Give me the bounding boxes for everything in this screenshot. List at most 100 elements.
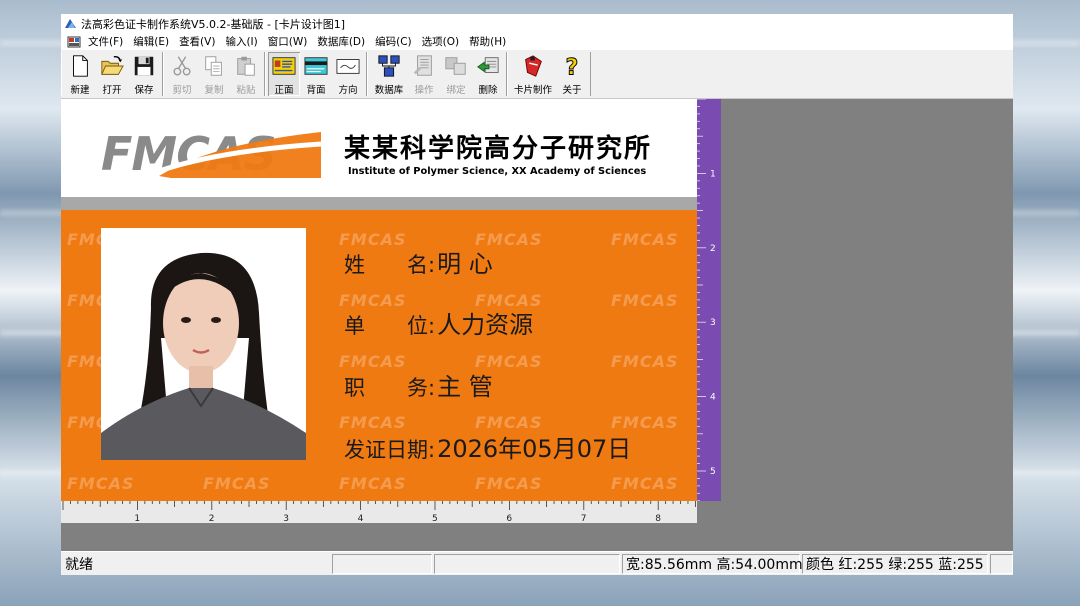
- watermark-text: FMCAS: [611, 291, 679, 310]
- cut-button[interactable]: 剪切: [166, 52, 198, 96]
- card-make-icon: [525, 55, 542, 77]
- about-label: 关于: [562, 85, 582, 96]
- ruler-label: 3: [283, 514, 289, 523]
- about-button[interactable]: ? 关于: [556, 52, 588, 96]
- ruler-label: 8: [655, 514, 661, 523]
- delete-label: 删除: [478, 85, 498, 96]
- delete-button[interactable]: 删除: [472, 52, 504, 96]
- card-header: FMCAS 某某科学院高分子研究所 Institute of Polymer S…: [61, 99, 697, 197]
- bind-label: 绑定: [446, 85, 466, 96]
- ruler-label: 2: [209, 514, 215, 523]
- watermark-text: FMCAS: [475, 474, 543, 493]
- menu-view[interactable]: 查看(V): [174, 34, 220, 49]
- operate-icon: [413, 55, 432, 76]
- field-issue-date-label: 发证日期:: [344, 438, 436, 462]
- paste-label: 粘贴: [236, 85, 256, 96]
- paste-button[interactable]: 粘贴: [230, 52, 262, 96]
- org-name-en[interactable]: Institute of Polymer Science, XX Academy…: [348, 166, 646, 177]
- orientation-label: 方向: [338, 85, 358, 96]
- database-button[interactable]: 数据库: [370, 52, 408, 96]
- ruler-label: 5: [710, 467, 716, 477]
- field-department-label: 单 位:: [344, 314, 436, 338]
- menu-window[interactable]: 窗口(W): [263, 34, 313, 49]
- card-gray-band: [61, 197, 697, 210]
- horizontal-ruler[interactable]: 1 2 3 4 5 6 7 8: [61, 501, 697, 524]
- delete-icon: [477, 57, 499, 73]
- operate-button[interactable]: 操作: [408, 52, 440, 96]
- field-position-label: 职 务:: [344, 376, 436, 400]
- open-button[interactable]: 打开: [96, 52, 128, 96]
- menu-bar: 文件(F) 编辑(E) 查看(V) 输入(I) 窗口(W) 数据库(D) 编码(…: [61, 33, 1013, 50]
- org-name-cn[interactable]: 某某科学院高分子研究所: [344, 128, 652, 165]
- document-icon[interactable]: [67, 36, 81, 48]
- field-name-value: 明 心: [437, 250, 493, 278]
- status-panel-empty-1: [332, 554, 432, 574]
- copy-icon: [205, 56, 222, 76]
- field-name-label: 姓 名:: [344, 253, 436, 277]
- id-card-front[interactable]: FMCAS 某某科学院高分子研究所 Institute of Polymer S…: [61, 99, 697, 501]
- field-department-value: 人力资源: [437, 311, 534, 339]
- field-department[interactable]: 单 位: 人力资源: [344, 305, 533, 340]
- fmcas-logo[interactable]: FMCAS: [101, 126, 321, 178]
- orientation-button[interactable]: 方向: [332, 52, 364, 96]
- database-label: 数据库: [374, 85, 404, 96]
- orientation-icon: [336, 59, 360, 74]
- toolbar-group-side: 正面 背面 方向: [265, 52, 367, 96]
- back-side-button[interactable]: 背面: [300, 52, 332, 96]
- menu-database[interactable]: 数据库(D): [312, 34, 370, 49]
- watermark-text: FMCAS: [611, 230, 679, 249]
- ruler-label: 5: [432, 514, 438, 523]
- toolbar: 新建 打开 保存 剪切 复制 粘贴 正面 背面 方向 数据库 操作 绑定 删除 …: [61, 50, 1013, 99]
- field-issue-date[interactable]: 发证日期: 2026年05月07日: [344, 429, 631, 464]
- save-button[interactable]: 保存: [128, 52, 160, 96]
- status-card-size: 宽:85.56mm 高:54.00mm: [622, 554, 803, 574]
- front-side-button[interactable]: 正面: [268, 52, 300, 96]
- toolbar-group-file: 新建 打开 保存: [61, 52, 163, 96]
- open-label: 打开: [102, 85, 122, 96]
- horizontal-ruler-scale: 1 2 3 4 5 6 7 8: [62, 501, 696, 524]
- ruler-label: 6: [506, 514, 512, 523]
- title-bar: 法高彩色证卡制作系统V5.0.2-基础版 - [卡片设计图1]: [61, 14, 1013, 33]
- new-button[interactable]: 新建: [64, 52, 96, 96]
- watermark-text: FMCAS: [67, 474, 135, 493]
- field-position[interactable]: 职 务: 主 管: [344, 367, 493, 402]
- field-name[interactable]: 姓 名: 明 心: [344, 244, 493, 279]
- paste-clipboard-icon: [237, 56, 255, 76]
- card-make-label: 卡片制作: [513, 85, 552, 96]
- copy-button[interactable]: 复制: [198, 52, 230, 96]
- status-color: 颜色 红:255 绿:255 蓝:255: [802, 554, 988, 574]
- new-file-icon: [73, 55, 88, 77]
- database-network-icon: [378, 55, 400, 77]
- field-position-value: 主 管: [437, 373, 493, 401]
- watermark-text: FMCAS: [611, 474, 679, 493]
- photo-frame[interactable]: [101, 228, 306, 460]
- app-icon: [65, 19, 76, 28]
- watermark-text: FMCAS: [611, 352, 679, 371]
- menu-options[interactable]: 选项(O): [417, 34, 464, 49]
- status-bar: 就绪 宽:85.56mm 高:54.00mm 颜色 红:255 绿:255 蓝:…: [61, 551, 1013, 575]
- menu-help[interactable]: 帮助(H): [464, 34, 511, 49]
- menu-edit[interactable]: 编辑(E): [128, 34, 174, 49]
- card-back-icon: [304, 57, 328, 75]
- back-side-label: 背面: [306, 85, 326, 96]
- toolbar-group-make: 卡片制作 ? 关于: [507, 52, 591, 96]
- vertical-ruler[interactable]: 1 2 3 4 5: [697, 98, 721, 502]
- design-canvas[interactable]: FMCAS 某某科学院高分子研究所 Institute of Polymer S…: [61, 98, 1013, 551]
- open-folder-icon: [101, 55, 124, 75]
- card-make-button[interactable]: 卡片制作: [510, 52, 556, 96]
- help-question-icon: ?: [565, 54, 579, 78]
- menu-input[interactable]: 输入(I): [220, 34, 262, 49]
- new-label: 新建: [70, 85, 90, 96]
- bind-icon: [445, 57, 466, 75]
- cut-label: 剪切: [172, 85, 192, 96]
- watermark-text: FMCAS: [203, 474, 271, 493]
- save-label: 保存: [134, 85, 154, 96]
- menu-encode[interactable]: 编码(C): [370, 34, 417, 49]
- ruler-label: 3: [710, 318, 716, 328]
- ruler-label: 4: [710, 393, 716, 403]
- menu-file[interactable]: 文件(F): [83, 34, 128, 49]
- toolbar-group-data: 数据库 操作 绑定 删除: [367, 52, 507, 96]
- bind-button[interactable]: 绑定: [440, 52, 472, 96]
- ruler-label: 1: [710, 169, 716, 179]
- scissors-icon: [173, 56, 191, 76]
